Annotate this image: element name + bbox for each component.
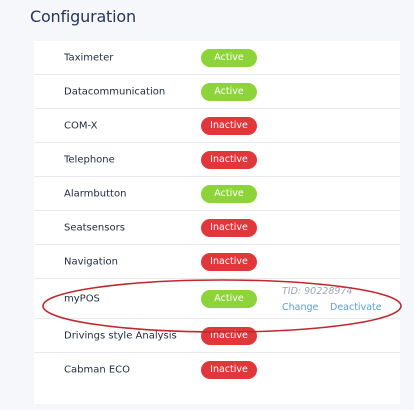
status-badge: Active <box>201 48 257 67</box>
config-row-seatsensors: Seatsensors Inactive <box>34 211 400 245</box>
row-label: Drivings style Analysis <box>64 330 177 341</box>
config-row-telephone: Telephone Inactive <box>34 143 400 177</box>
status-badge: Inactive <box>201 116 257 135</box>
config-row-alarmbutton: Alarmbutton Active <box>34 177 400 211</box>
config-row-taximeter: Taximeter Active <box>34 41 400 75</box>
status-badge: Inactive <box>201 150 257 169</box>
config-row-mypos: myPOS Active TID: 90228974 Change Deacti… <box>34 279 400 319</box>
deactivate-link[interactable]: Deactivate <box>330 302 382 313</box>
row-label: myPOS <box>64 293 100 304</box>
status-badge: Active <box>201 289 257 308</box>
row-label: COM-X <box>64 120 98 131</box>
config-row-driving-style-analysis: Drivings style Analysis Inactive <box>34 319 400 353</box>
config-row-navigation: Navigation Inactive <box>34 245 400 279</box>
config-row-cabman-eco: Cabman ECO Inactive <box>34 353 400 387</box>
row-label: Seatsensors <box>64 222 125 233</box>
status-badge: Inactive <box>201 218 257 237</box>
row-label: Cabman ECO <box>64 364 131 376</box>
config-row-com-x: COM-X Inactive <box>34 109 400 143</box>
terminal-id: TID: 90228974 <box>282 286 353 297</box>
page-title: Configuration <box>30 7 136 26</box>
config-row-datacommunication: Datacommunication Active <box>34 75 400 109</box>
row-label: Navigation <box>64 256 118 267</box>
status-badge: Active <box>201 82 257 101</box>
row-label: Datacommunication <box>64 86 166 97</box>
status-badge: Inactive <box>201 252 257 271</box>
row-label: Telephone <box>64 154 115 165</box>
status-badge: Inactive <box>201 326 257 345</box>
status-badge: Active <box>201 184 257 203</box>
change-link[interactable]: Change <box>282 302 318 313</box>
status-badge: Inactive <box>201 361 257 379</box>
row-label: Taximeter <box>64 52 114 63</box>
row-label: Alarmbutton <box>64 188 127 199</box>
